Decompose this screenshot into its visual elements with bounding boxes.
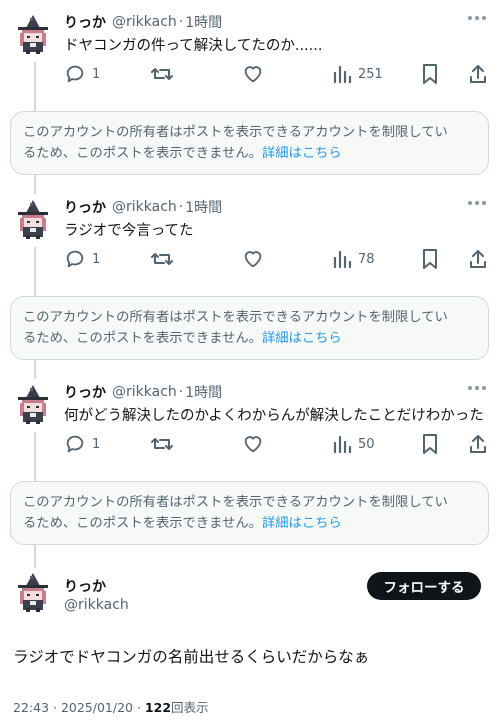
like-button[interactable] <box>242 62 264 86</box>
bookmark-icon <box>423 249 437 269</box>
post-time[interactable]: 1時間 <box>185 197 222 217</box>
bookmark-button[interactable] <box>421 247 439 271</box>
thread-line <box>34 361 36 379</box>
repost-icon <box>151 68 173 80</box>
more-icon[interactable] <box>468 201 486 207</box>
author-name[interactable]: りっか <box>64 382 106 402</box>
thread-line <box>34 546 36 568</box>
notice-text: るため、このポストを表示できません。 <box>23 331 262 346</box>
reply-icon <box>66 435 84 453</box>
learn-more-link[interactable]: 詳細はこちら <box>262 146 342 161</box>
notice-text: るため、このポストを表示できません。 <box>23 146 262 161</box>
views-button[interactable]: 78 <box>332 247 375 271</box>
views-icon <box>333 435 352 454</box>
post-text: ドヤコンガの件って解決してたのか...... <box>64 38 323 54</box>
views-button[interactable]: 251 <box>332 62 383 86</box>
views-icon <box>333 65 352 84</box>
bookmark-button[interactable] <box>421 62 439 86</box>
notice-text: このアカウントの所有者はポストを表示できるアカウントを制限してい <box>23 495 448 510</box>
action-bar: 1 78 <box>64 247 486 271</box>
like-icon <box>244 66 262 83</box>
author-handle[interactable]: @rikkach <box>112 384 177 400</box>
action-bar: 1 50 <box>64 432 486 456</box>
repost-icon <box>151 253 173 265</box>
restricted-post-notice: このアカウントの所有者はポストを表示できるアカウントを制限してい るため、このポ… <box>10 111 489 175</box>
reply-button[interactable]: 1 <box>64 432 100 456</box>
thread-line <box>34 176 36 194</box>
notice-text: このアカウントの所有者はポストを表示できるアカウントを制限してい <box>23 310 448 325</box>
share-button[interactable] <box>468 247 488 271</box>
post-time[interactable]: 1時間 <box>185 12 222 32</box>
more-icon[interactable] <box>468 16 486 22</box>
learn-more-link[interactable]: 詳細はこちら <box>262 516 342 531</box>
post-text: ラジオで今言ってた <box>64 223 194 239</box>
like-button[interactable] <box>242 432 264 456</box>
separator-dot: · <box>178 384 184 400</box>
like-icon <box>244 251 262 268</box>
author-handle[interactable]: @rikkach <box>64 597 129 613</box>
thread-post[interactable]: りっか @rikkach · 1時間 ドヤコンガの件って解決してたのか.....… <box>0 12 500 92</box>
share-icon <box>470 250 486 268</box>
avatar[interactable] <box>13 384 53 424</box>
view-count: 122 <box>144 700 172 715</box>
bookmark-icon <box>423 64 437 84</box>
bookmark-button[interactable] <box>421 432 439 456</box>
like-button[interactable] <box>242 247 264 271</box>
post-time[interactable]: 1時間 <box>185 382 222 402</box>
notice-text: このアカウントの所有者はポストを表示できるアカウントを制限してい <box>23 125 448 140</box>
repost-button[interactable] <box>150 62 174 86</box>
learn-more-link[interactable]: 詳細はこちら <box>262 331 342 346</box>
thread-post[interactable]: りっか @rikkach · 1時間 何がどう解決したのかよくわからんが解決した… <box>0 382 500 462</box>
post-text: ラジオでドヤコンガの名前出せるくらいだからなぁ <box>13 648 370 666</box>
reply-count: 1 <box>92 66 101 82</box>
avatar[interactable] <box>13 14 53 54</box>
share-button[interactable] <box>468 62 488 86</box>
author-handle[interactable]: @rikkach <box>112 199 177 215</box>
restricted-post-notice: このアカウントの所有者はポストを表示できるアカウントを制限してい るため、このポ… <box>10 481 489 545</box>
like-icon <box>244 436 262 453</box>
view-label: 回表示 <box>171 700 209 715</box>
separator-dot: · <box>178 199 184 215</box>
avatar[interactable] <box>13 572 53 612</box>
reply-count: 1 <box>92 251 101 267</box>
more-icon[interactable] <box>468 386 486 392</box>
author-handle[interactable]: @rikkach <box>112 14 177 30</box>
post-text: 何がどう解決したのかよくわからんが解決したことだけわかった <box>64 408 484 424</box>
view-count: 251 <box>358 66 383 82</box>
reply-button[interactable]: 1 <box>64 62 100 86</box>
notice-text: るため、このポストを表示できません。 <box>23 516 262 531</box>
repost-button[interactable] <box>150 432 174 456</box>
reply-button[interactable]: 1 <box>64 247 100 271</box>
share-button[interactable] <box>468 432 488 456</box>
post-header: りっか @rikkach · 1時間 <box>64 12 222 32</box>
author-name[interactable]: りっか <box>64 576 106 596</box>
post-timestamp[interactable]: 22:43 · 2025/01/20 · <box>13 700 145 715</box>
repost-icon <box>151 438 173 450</box>
share-icon <box>470 65 486 83</box>
separator-dot: · <box>178 14 184 30</box>
reply-icon <box>66 250 84 268</box>
avatar[interactable] <box>13 199 53 239</box>
post-header: りっか @rikkach · 1時間 <box>64 197 222 217</box>
action-bar: 1 251 <box>64 62 486 86</box>
share-icon <box>470 435 486 453</box>
follow-button[interactable]: フォローする <box>367 572 481 600</box>
reply-icon <box>66 65 84 83</box>
author-name[interactable]: りっか <box>64 197 106 217</box>
author-name[interactable]: りっか <box>64 12 106 32</box>
bookmark-icon <box>423 434 437 454</box>
views-icon <box>333 250 352 269</box>
post-header: りっか @rikkach · 1時間 <box>64 382 222 402</box>
reply-count: 1 <box>92 436 101 452</box>
view-count: 50 <box>358 436 375 452</box>
view-count: 78 <box>358 251 375 267</box>
views-button[interactable]: 50 <box>332 432 375 456</box>
repost-button[interactable] <box>150 247 174 271</box>
post-meta: 22:43 · 2025/01/20 · 122回表示 <box>13 697 209 716</box>
restricted-post-notice: このアカウントの所有者はポストを表示できるアカウントを制限してい るため、このポ… <box>10 296 489 360</box>
thread-post[interactable]: りっか @rikkach · 1時間 ラジオで今言ってた 1 78 <box>0 197 500 277</box>
